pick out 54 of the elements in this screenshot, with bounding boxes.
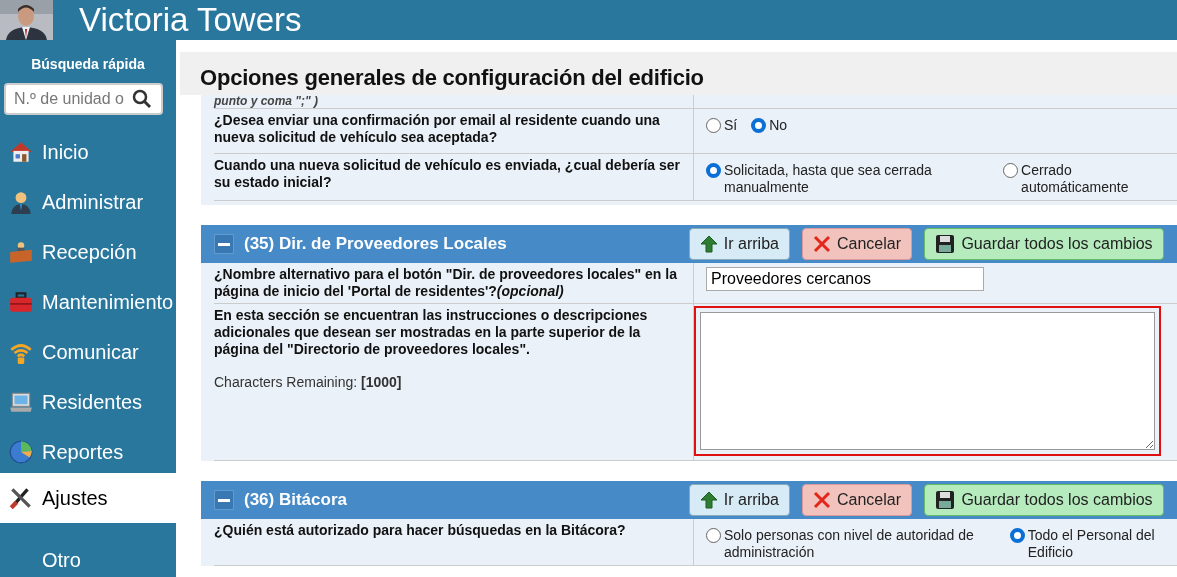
collapse-button[interactable]: [214, 490, 234, 510]
save-all-button[interactable]: Guardar todos los cambios: [924, 228, 1164, 260]
back-to-top-button[interactable]: Ir arriba: [688, 484, 790, 516]
up-arrow-icon: [699, 491, 718, 509]
toolbox-icon: [8, 289, 34, 315]
radio-button[interactable]: [706, 528, 721, 543]
minus-icon: [218, 242, 230, 246]
close-icon: [812, 491, 831, 509]
page-title: Opciones generales de configuración del edificio: [180, 52, 1177, 95]
close-icon: [812, 235, 831, 253]
radio-label: Solicitada, hasta que sea cerrada manualmente: [724, 162, 933, 196]
sidebar-item[interactable]: Administrar: [0, 177, 176, 227]
radio-button[interactable]: [1009, 528, 1025, 543]
search-title: Búsqueda rápida: [30, 55, 146, 74]
radio-button[interactable]: [706, 118, 721, 133]
section-title: (36) Bitácora: [244, 489, 348, 512]
characters-remaining: Characters Remaining: [1000]: [214, 374, 403, 391]
radio-label: No: [769, 117, 788, 134]
cancel-button[interactable]: Cancelar: [801, 228, 912, 260]
radio-button[interactable]: [706, 163, 721, 178]
sidebar-item[interactable]: Otro: [0, 535, 176, 577]
tools-icon: [8, 485, 34, 511]
minus-icon: [218, 498, 230, 502]
radio-button[interactable]: [1003, 163, 1019, 178]
sidebar-item[interactable]: Ajustes: [0, 473, 176, 523]
search-icon[interactable]: [132, 89, 152, 109]
pie-chart-icon: [8, 439, 34, 465]
question-text: En esta sección se encuentran las instrucciones o descripciones adicionales que desean ser mostradas en la parte superior de la página del "Directorio de proveedores locales".: [214, 307, 648, 357]
sidebar-item[interactable]: Recepción: [0, 227, 176, 277]
radio-label: Cerrado automáticamente: [1021, 162, 1130, 196]
site-title: Victoria Towers: [79, 0, 302, 40]
back-to-top-button[interactable]: Ir arriba: [688, 228, 790, 260]
question-text: ¿Desea enviar una confirmación por email al residente cuando una nueva solicitud de vehículo sea aceptada?: [214, 112, 660, 145]
question-text: ¿Quién está autorizado para hacer búsquedas en la Bitácora?: [214, 522, 626, 538]
person-icon: [8, 189, 34, 215]
radio-button[interactable]: [751, 118, 767, 133]
radio-label: Solo personas con nivel de autoridad de administración: [724, 527, 975, 561]
cancel-button[interactable]: Cancelar: [801, 484, 912, 516]
search-field[interactable]: N.º de unidad o: [4, 83, 163, 115]
sidebar-item[interactable]: Mantenimiento: [0, 277, 176, 327]
radio-label: Sí: [724, 117, 738, 134]
radio-label: Todo el Personal del Edificio: [1027, 527, 1156, 561]
question-text: Cuando una nueva solicitud de vehículo es enviada, ¿cual debería ser su estado inicial?: [214, 157, 681, 190]
desk-icon: [8, 239, 34, 265]
sidebar-item[interactable]: Residentes: [0, 377, 176, 427]
up-arrow-icon: [699, 235, 718, 253]
sidebar-item[interactable]: Inicio: [0, 127, 176, 177]
save-all-button[interactable]: Guardar todos los cambios: [924, 484, 1164, 516]
note-text: punto y coma ";" ): [214, 94, 319, 108]
text-field[interactable]: Proveedores cercanos: [706, 267, 984, 291]
collapse-button[interactable]: [214, 234, 234, 254]
sidebar-item[interactable]: Comunicar: [0, 327, 176, 377]
section-title: (35) Dir. de Proveedores Locales: [244, 233, 508, 256]
question-text: ¿Nombre alternativo para el botón "Dir. de proveedores locales" en la página de inicio del 'Portal de residentes'?(opcional): [214, 266, 677, 299]
